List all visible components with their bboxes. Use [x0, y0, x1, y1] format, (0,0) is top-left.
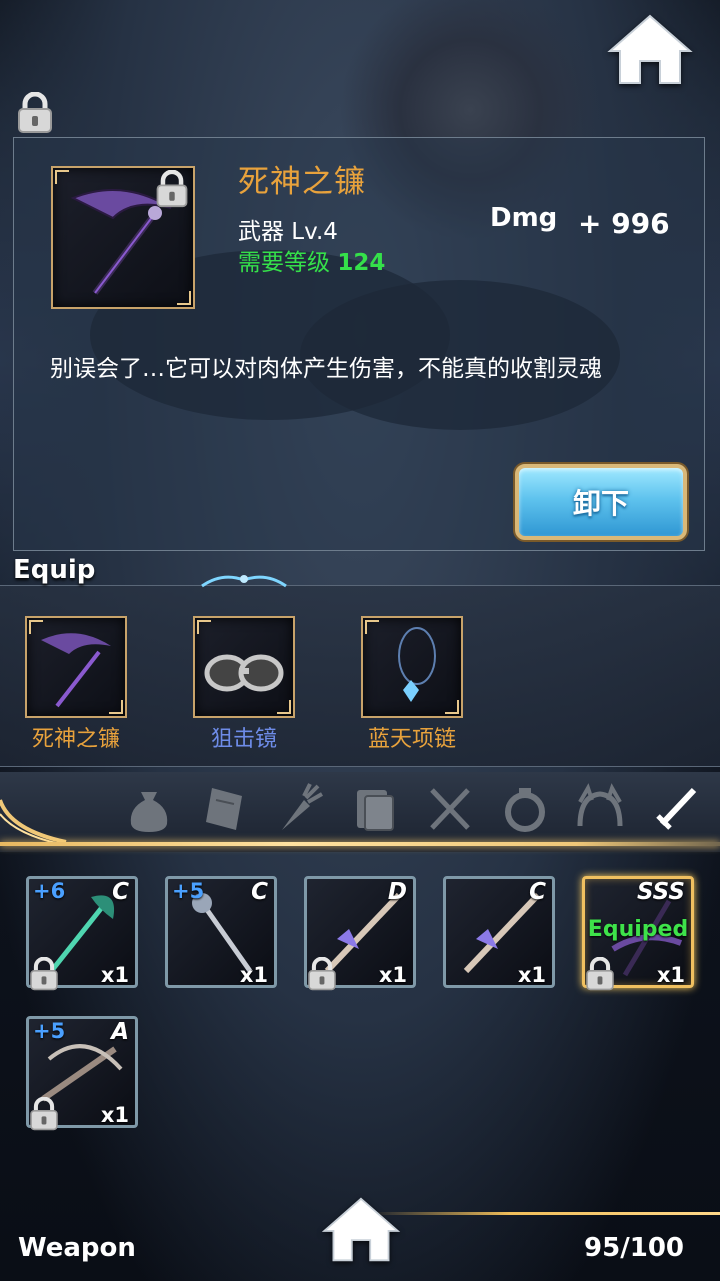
inventory-slot[interactable]: +6 C x1	[26, 876, 138, 991]
sword-icon	[656, 787, 697, 830]
selected-item-icon	[51, 166, 195, 309]
footer-divider	[370, 1212, 720, 1215]
lock-icon	[27, 1096, 61, 1131]
inventory-slot[interactable]: +5 A x1	[26, 1016, 138, 1131]
lock-icon	[27, 956, 61, 991]
grade-badge: C	[112, 879, 129, 905]
ornament-icon	[201, 575, 287, 588]
quantity: x1	[100, 1103, 129, 1127]
inventory-slot-equipped[interactable]: SSS Equiped x1	[582, 876, 694, 991]
item-name: 死神之镰	[238, 164, 366, 200]
inventory-slot[interactable]: D x1	[304, 876, 416, 991]
quantity: x1	[517, 963, 546, 987]
lock-icon[interactable]	[14, 91, 56, 134]
required-level: 需要等级 124	[238, 243, 385, 277]
book-icon	[357, 790, 394, 831]
home-icon	[321, 1197, 401, 1262]
tab-cooking[interactable]	[422, 780, 478, 836]
equip-slot-necklace[interactable]	[361, 616, 463, 718]
equip-title: Equip	[13, 555, 96, 585]
inventory-slot[interactable]: C x1	[443, 876, 555, 988]
grade-badge: A	[111, 1019, 129, 1045]
swoosh-icon	[0, 799, 67, 845]
inventory-slot[interactable]: +5 C x1	[165, 876, 277, 988]
equipped-label: Equiped	[587, 917, 689, 942]
equip-slot-accessory[interactable]	[193, 616, 295, 718]
ring-icon	[505, 788, 545, 832]
item-description: 别误会了…它可以对肉体产生伤害，不能真的收割灵魂	[50, 356, 602, 382]
footer-category-title: Weapon	[18, 1233, 136, 1263]
stat-label: Dmg	[490, 203, 558, 233]
required-level-label: 需要等级	[238, 250, 330, 276]
headband-icon	[577, 783, 623, 827]
grade-badge: C	[251, 879, 268, 905]
scroll-icon	[206, 788, 242, 830]
home-icon	[607, 14, 693, 84]
equip-label-accessory: 狙击镜	[210, 727, 277, 752]
tab-underline	[0, 842, 720, 846]
quantity: x1	[378, 963, 407, 987]
quantity: x1	[100, 963, 129, 987]
enhance-level: +6	[33, 879, 66, 903]
tab-ring[interactable]	[497, 780, 553, 836]
home-button-top[interactable]	[605, 12, 695, 88]
stat-value: + 996	[578, 207, 670, 240]
lock-icon	[305, 956, 339, 991]
tab-scroll[interactable]	[196, 780, 252, 836]
lock-icon	[153, 169, 191, 208]
enhance-level: +5	[172, 879, 205, 903]
carrot-icon	[282, 783, 323, 830]
item-type-level: 武器 Lv.4	[238, 219, 338, 245]
equip-label-weapon: 死神之镰	[31, 727, 120, 752]
home-button-bottom[interactable]	[316, 1192, 406, 1268]
quantity: x1	[239, 963, 268, 987]
quantity: x1	[656, 963, 685, 987]
grade-badge: C	[529, 879, 546, 905]
bag-icon	[130, 792, 168, 832]
tab-weapon[interactable]	[648, 780, 704, 836]
grade-badge: SSS	[636, 879, 685, 905]
cutlery-icon	[430, 788, 470, 830]
tab-food[interactable]	[272, 780, 328, 836]
equip-label-necklace: 蓝天项链	[367, 727, 456, 752]
enhance-level: +5	[33, 1019, 66, 1043]
tab-bag[interactable]	[121, 780, 177, 836]
equip-slot-weapon[interactable]	[25, 616, 127, 718]
unequip-button[interactable]: 卸下	[515, 464, 687, 540]
tab-headband[interactable]	[572, 780, 628, 836]
grade-badge: D	[387, 879, 407, 905]
required-level-value: 124	[337, 250, 386, 276]
inventory-count: 95/100	[584, 1233, 684, 1263]
lock-icon	[583, 956, 617, 991]
tab-book[interactable]	[347, 780, 403, 836]
